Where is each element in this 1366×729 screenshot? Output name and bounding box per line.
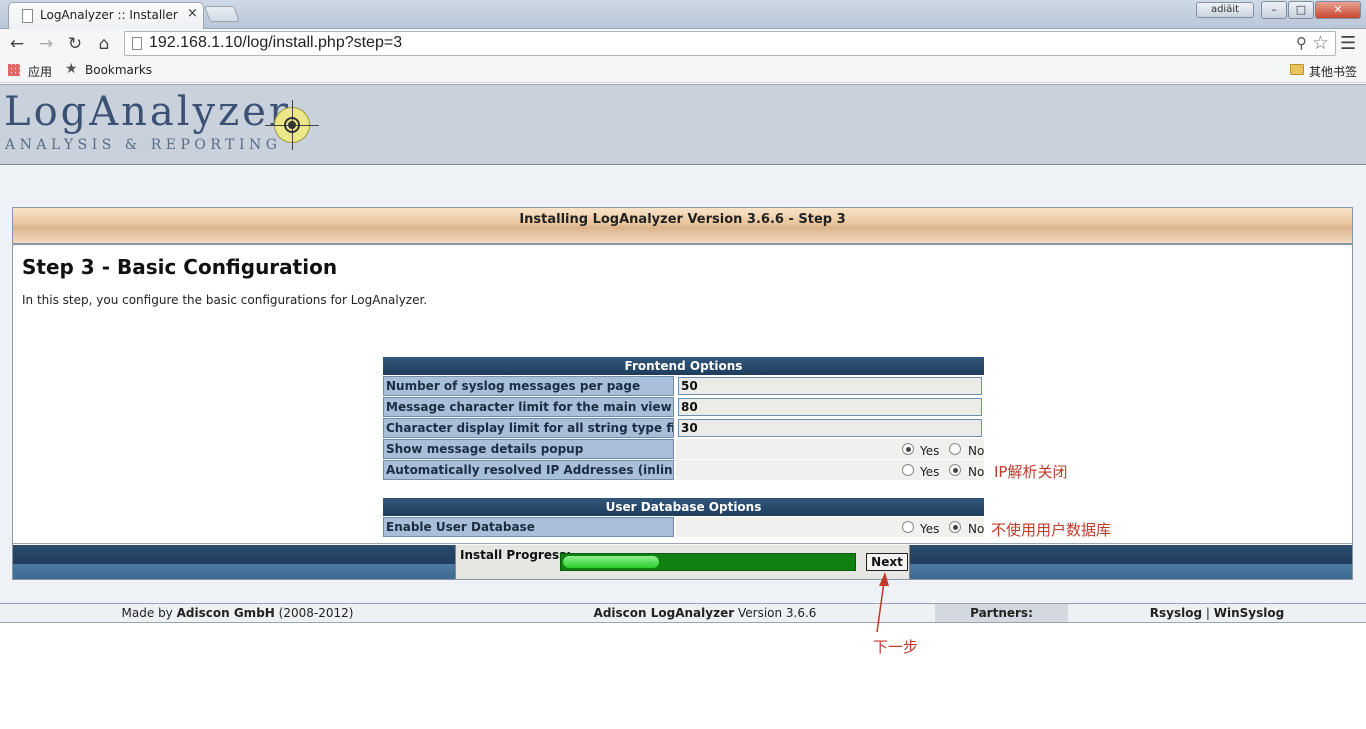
progress-cell: Install Progress: Next: [455, 545, 910, 579]
target-icon: [265, 100, 319, 150]
folder-icon: [1290, 64, 1304, 75]
menu-icon[interactable]: ☰: [1340, 33, 1356, 54]
forward-icon[interactable]: →: [35, 33, 57, 55]
close-window-button[interactable]: ✕: [1315, 1, 1361, 19]
bookmarks-folder[interactable]: Bookmarks: [85, 63, 152, 77]
tab-close-icon[interactable]: ×: [187, 6, 198, 21]
radio-label: Yes: [920, 444, 940, 458]
installer-panel: Installing LogAnalyzer Version 3.6.6 - S…: [12, 207, 1353, 580]
apps-icon[interactable]: [8, 64, 20, 76]
apps-bookmark[interactable]: 应用: [28, 63, 52, 80]
browser-tab[interactable]: LogAnalyzer :: Installer S ×: [8, 2, 204, 29]
url-text: 192.168.1.10/log/install.php?step=3: [149, 34, 403, 51]
step-heading: Step 3 - Basic Configuration: [22, 255, 338, 279]
option-label: Enable User Database: [383, 517, 674, 537]
back-icon[interactable]: ←: [6, 33, 28, 55]
user-profile-button[interactable]: adiäit: [1196, 2, 1254, 18]
user-db-yes-radio[interactable]: [902, 521, 914, 533]
footer-made-by: Made by Adiscon GmbH (2008-2012): [0, 604, 475, 622]
option-row: Number of syslog messages per page 50: [383, 376, 984, 396]
page-icon: [22, 9, 33, 23]
frontend-options-header: Frontend Options: [383, 357, 984, 375]
option-row: Message character limit for the main vie…: [383, 397, 984, 417]
annotation-ip-off: IP解析关闭: [994, 463, 1068, 481]
key-icon[interactable]: ⚲: [1296, 34, 1307, 52]
new-tab-button[interactable]: [204, 6, 240, 22]
partner-separator: |: [1205, 606, 1210, 620]
page-icon: [132, 37, 142, 50]
reload-icon[interactable]: ↻: [64, 33, 86, 55]
bookmarks-bar: 应用 ★ Bookmarks 其他书签: [0, 58, 1366, 83]
progress-fill: [563, 556, 659, 568]
user-db-radio-group: Yes No: [676, 517, 984, 537]
site-header: LogAnalyzer ANALYSIS & REPORTING: [0, 84, 1366, 165]
user-db-options-header: User Database Options: [383, 498, 984, 516]
footer-partners: Rsyslog | WinSyslog: [1068, 604, 1366, 622]
radio-label: Yes: [920, 465, 940, 479]
installer-title-bar: Installing LogAnalyzer Version 3.6.6 - S…: [13, 208, 1352, 245]
option-row: Show message details popup Yes No: [383, 439, 984, 459]
radio-label: No: [968, 465, 985, 479]
minimize-button[interactable]: –: [1261, 1, 1287, 19]
annotation-next-step: 下一步: [873, 638, 919, 656]
option-label: Automatically resolved IP Addresses (inl…: [383, 460, 674, 480]
resolve-ip-yes-radio[interactable]: [902, 464, 914, 476]
progress-label: Install Progress:: [460, 548, 572, 562]
made-by-prefix: Made by: [121, 606, 173, 620]
winsyslog-link[interactable]: WinSyslog: [1214, 606, 1284, 620]
message-char-limit-input[interactable]: 80: [678, 398, 982, 416]
home-icon[interactable]: ⌂: [93, 33, 115, 55]
option-label: Number of syslog messages per page: [383, 376, 674, 396]
step-description: In this step, you configure the basic co…: [22, 293, 428, 307]
star-icon: ★: [65, 61, 78, 77]
user-db-no-radio[interactable]: [949, 521, 961, 533]
tab-title: LogAnalyzer :: Installer S: [40, 8, 180, 22]
string-char-limit-input[interactable]: 30: [678, 419, 982, 437]
annotation-no-userdb: 不使用用户数据库: [991, 521, 1112, 539]
tab-strip: LogAnalyzer :: Installer S × adiäit – □ …: [0, 0, 1366, 29]
page: LogAnalyzer ANALYSIS & REPORTING Install…: [0, 84, 1366, 729]
maximize-button[interactable]: □: [1288, 1, 1314, 19]
logo-tagline: ANALYSIS & REPORTING: [5, 137, 282, 153]
details-popup-radio-group: Yes No: [676, 439, 984, 459]
option-label: Character display limit for all string t…: [383, 418, 674, 438]
option-row: Enable User Database Yes No: [383, 517, 984, 537]
messages-per-page-input[interactable]: 50: [678, 377, 982, 395]
option-row: Character display limit for all string t…: [383, 418, 984, 438]
spacer-row: [383, 481, 984, 497]
option-label: Message character limit for the main vie…: [383, 397, 674, 417]
other-bookmarks[interactable]: 其他书签: [1309, 63, 1357, 80]
made-by-years: (2008-2012): [278, 606, 354, 620]
radio-label: Yes: [920, 522, 940, 536]
site-footer: Made by Adiscon GmbH (2008-2012) Adiscon…: [0, 603, 1366, 623]
rsyslog-link[interactable]: Rsyslog: [1150, 606, 1202, 620]
resolve-ip-no-radio[interactable]: [949, 464, 961, 476]
product-name[interactable]: Adiscon LogAnalyzer: [594, 606, 735, 620]
option-row: Automatically resolved IP Addresses (inl…: [383, 460, 984, 480]
resolve-ip-radio-group: Yes No: [676, 460, 984, 480]
install-progress-bar: Install Progress: Next: [13, 545, 1352, 579]
option-label: Show message details popup: [383, 439, 674, 459]
details-popup-no-radio[interactable]: [949, 443, 961, 455]
radio-label: No: [968, 444, 985, 458]
logo-text: LogAnalyzer: [4, 89, 292, 135]
bookmark-star-icon[interactable]: ☆: [1312, 32, 1329, 54]
progress-track: [560, 553, 856, 571]
radio-label: No: [968, 522, 985, 536]
annotation-arrow: [876, 572, 889, 633]
details-popup-yes-radio[interactable]: [902, 443, 914, 455]
footer-partners-label: Partners:: [935, 604, 1068, 622]
product-version: Version 3.6.6: [737, 606, 817, 620]
installer-title: Installing LogAnalyzer Version 3.6.6 - S…: [519, 212, 846, 227]
made-by-company[interactable]: Adiscon GmbH: [177, 606, 275, 620]
address-bar[interactable]: 192.168.1.10/log/install.php?step=3 ⚲ ☆: [124, 31, 1336, 56]
